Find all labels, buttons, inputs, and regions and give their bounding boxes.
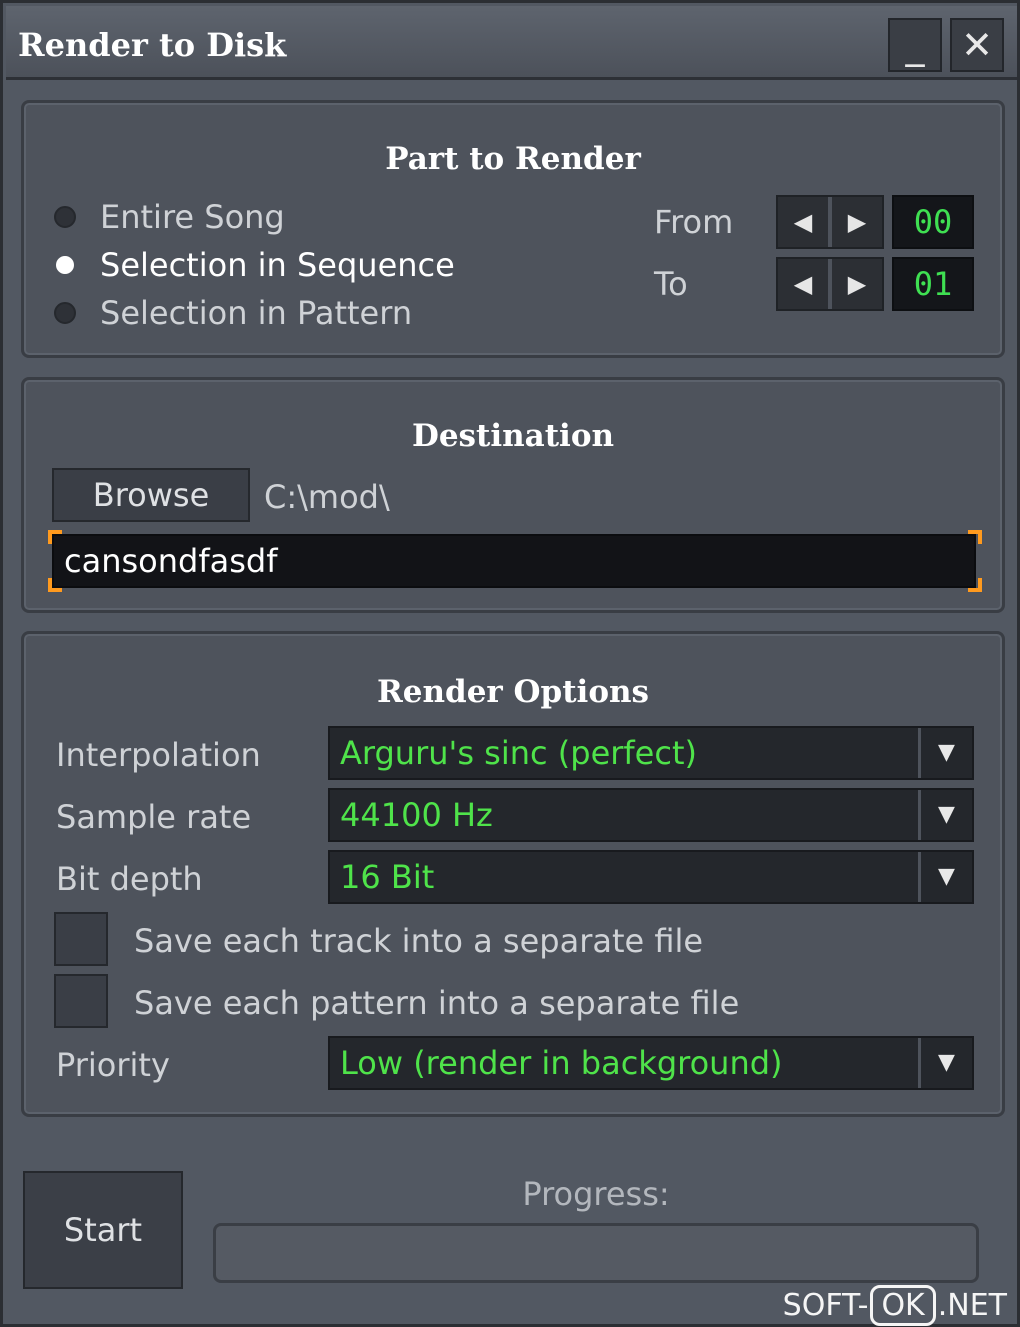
bit-depth-value: 16 Bit [340,858,435,896]
watermark-box: OK [870,1285,936,1326]
radio-label: Entire Song [100,198,285,236]
chevron-down-icon[interactable]: ▼ [918,852,972,902]
chevron-down-icon[interactable]: ▼ [918,790,972,840]
bit-depth-dropdown[interactable]: 16 Bit ▼ [328,850,974,904]
destination-path: C:\mod\ [264,478,390,516]
interpolation-value: Arguru's sinc (perfect) [340,734,697,772]
priority-dropdown[interactable]: Low (render in background) ▼ [328,1036,974,1090]
from-label: From [654,203,734,241]
watermark-left: SOFT- [782,1288,869,1323]
right-arrow-icon[interactable]: ▶ [832,197,882,247]
from-stepper[interactable]: ◀ ▶ [776,195,884,249]
radio-button-selected[interactable] [56,256,74,274]
filename-input[interactable]: cansondfasdf [52,534,976,588]
browse-button[interactable]: Browse [52,468,250,522]
bit-depth-label: Bit depth [56,860,203,898]
priority-value: Low (render in background) [340,1044,783,1082]
sample-rate-label: Sample rate [56,798,252,836]
left-arrow-icon[interactable]: ◀ [778,259,832,309]
left-arrow-icon[interactable]: ◀ [778,197,832,247]
title-bar[interactable]: Render to Disk _ ✕ [6,6,1017,80]
chevron-down-icon[interactable]: ▼ [918,728,972,778]
radio-label: Selection in Pattern [100,294,413,332]
watermark-right: .NET [937,1288,1007,1323]
to-stepper[interactable]: ◀ ▶ [776,257,884,311]
radio-entire-song[interactable]: Entire Song [54,197,285,237]
interpolation-dropdown[interactable]: Arguru's sinc (perfect) ▼ [328,726,974,780]
render-to-disk-window: Render to Disk _ ✕ Part to Render Entire… [0,0,1020,1327]
part-to-render-title: Part to Render [385,141,641,177]
progress-bar [213,1223,979,1283]
sample-rate-value: 44100 Hz [340,796,493,834]
focus-corner [968,578,982,592]
to-label: To [654,265,688,303]
to-value: 01 [892,257,974,311]
destination-panel: Destination Browse C:\mod\ cansondfasdf [21,377,1005,613]
save-patterns-checkbox[interactable] [54,974,108,1028]
save-patterns-label: Save each pattern into a separate file [134,984,740,1022]
interpolation-label: Interpolation [56,736,261,774]
radio-button[interactable] [54,302,76,324]
right-arrow-icon[interactable]: ▶ [832,259,882,309]
window-title: Render to Disk [18,26,287,64]
sample-rate-dropdown[interactable]: 44100 Hz ▼ [328,788,974,842]
focus-corner [968,530,982,544]
render-options-panel: Render Options Interpolation Arguru's si… [21,631,1005,1117]
focus-corner [48,578,62,592]
from-value: 00 [892,195,974,249]
watermark: SOFT- OK .NET [783,1285,1007,1326]
focus-corner [48,530,62,544]
chevron-down-icon[interactable]: ▼ [918,1038,972,1088]
progress-label: Progress: [522,1175,670,1213]
close-button[interactable]: ✕ [950,18,1004,72]
minimize-button[interactable]: _ [888,18,942,72]
render-options-title: Render Options [377,674,649,710]
save-tracks-label: Save each track into a separate file [134,922,704,960]
save-tracks-checkbox[interactable] [54,912,108,966]
priority-label: Priority [56,1046,170,1084]
start-button[interactable]: Start [23,1171,183,1289]
part-to-render-panel: Part to Render Entire Song Selection in … [21,100,1005,358]
radio-label: Selection in Sequence [100,246,455,284]
destination-title: Destination [411,418,615,454]
radio-selection-in-sequence[interactable]: Selection in Sequence [54,245,455,285]
radio-selection-in-pattern[interactable]: Selection in Pattern [54,293,412,333]
radio-button[interactable] [54,206,76,228]
